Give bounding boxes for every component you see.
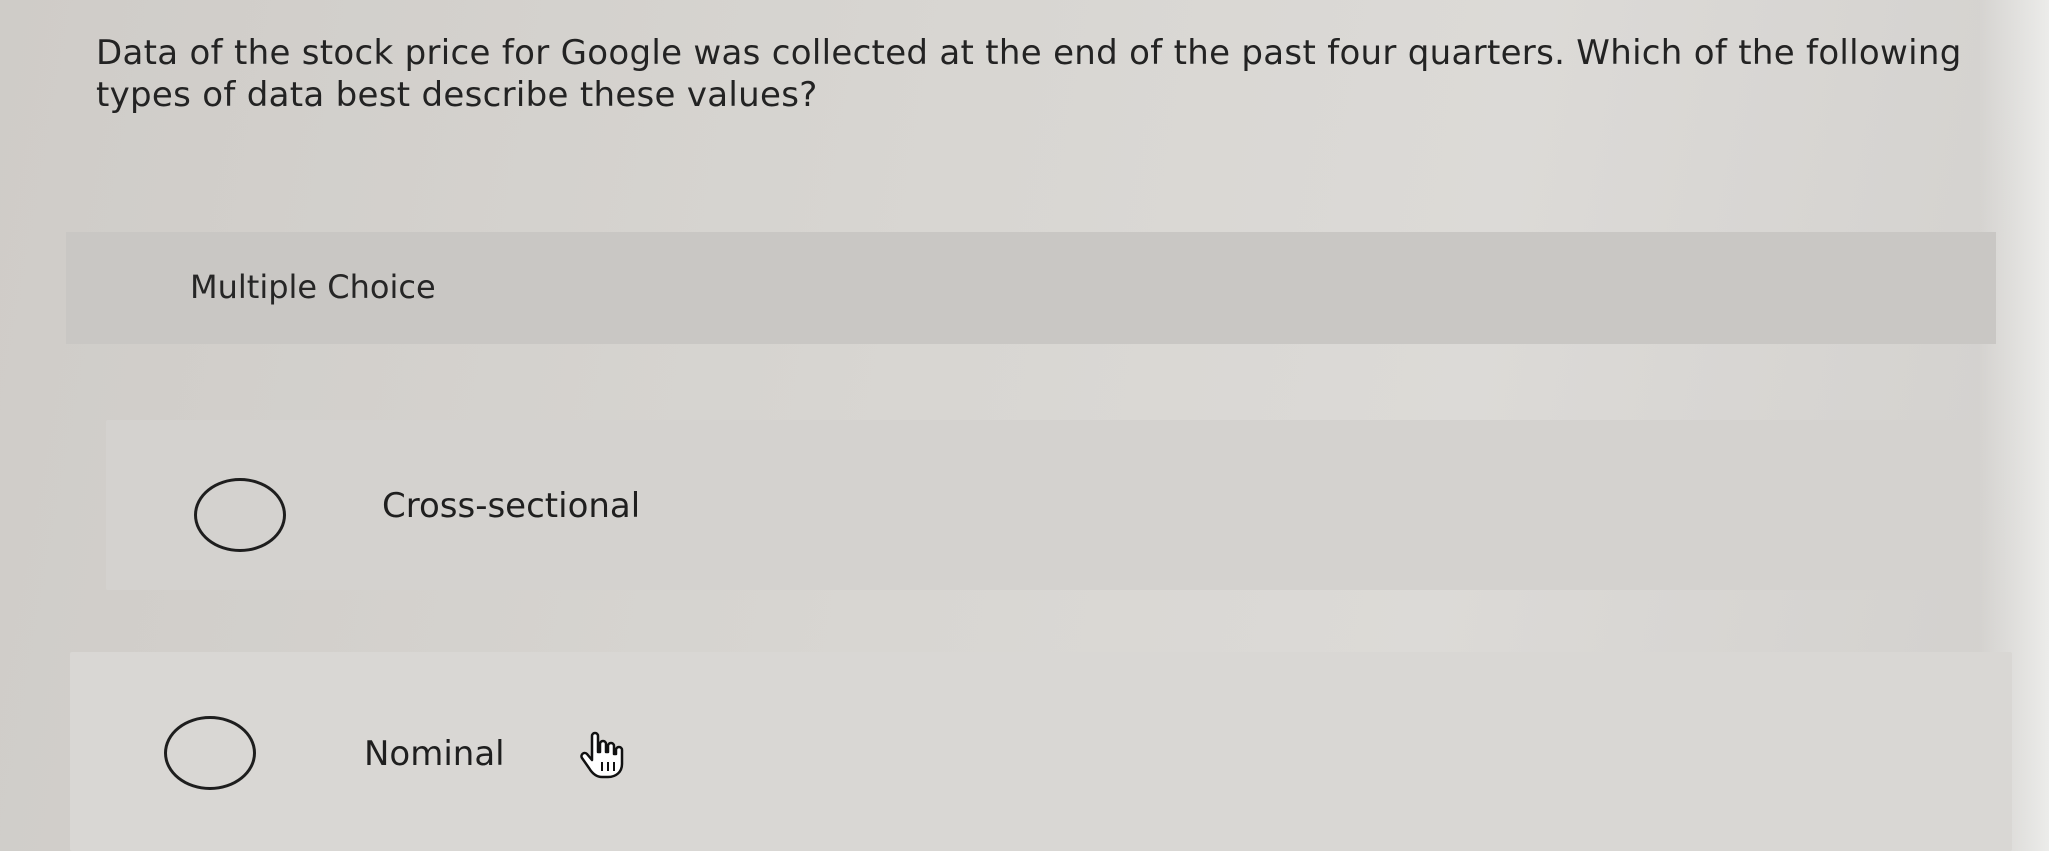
question-text: Data of the stock price for Google was c… [96, 33, 1962, 115]
option-cross-sectional[interactable]: Cross-sectional [106, 420, 1972, 590]
radio-button-icon[interactable] [194, 478, 286, 552]
option-label: Nominal [364, 734, 505, 774]
option-label: Cross-sectional [382, 486, 641, 526]
hand-pointer-icon [580, 731, 624, 779]
multiple-choice-label: Multiple Choice [190, 268, 436, 306]
option-nominal[interactable]: Nominal [70, 652, 2012, 851]
radio-button-icon[interactable] [164, 716, 256, 790]
